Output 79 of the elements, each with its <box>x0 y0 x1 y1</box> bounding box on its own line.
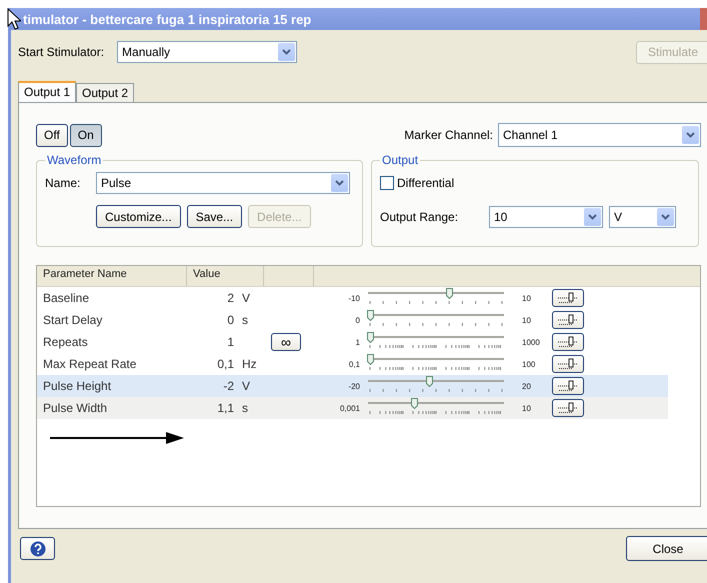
group-title: Output <box>381 153 420 167</box>
tab[interactable]: Output 2 <box>76 83 134 102</box>
slider-icon <box>557 314 579 326</box>
output-range-dropdown[interactable]: 10 <box>489 206 603 228</box>
slider-icon <box>557 336 579 348</box>
slider-mode-button[interactable] <box>552 399 584 417</box>
column-header[interactable]: Parameter Name <box>37 266 187 286</box>
waveform-action-button[interactable]: Customize... <box>96 205 181 228</box>
help-button[interactable] <box>20 537 55 560</box>
slider-icon <box>557 380 579 392</box>
parameter-value: 2 <box>227 291 234 305</box>
slider-max-label: 100 <box>521 360 536 368</box>
slider-max-label: 10 <box>521 316 532 324</box>
differential-label: Differential <box>397 176 454 190</box>
slider-thumb[interactable] <box>367 354 374 365</box>
marker-channel-label: Marker Channel: <box>404 128 493 142</box>
help-icon <box>30 540 46 556</box>
close-button[interactable]: Close <box>626 536 707 561</box>
start-stimulator-label: Start Stimulator: <box>18 45 104 59</box>
slider-max-label: 20 <box>521 382 532 390</box>
parameter-name: Pulse Width <box>42 401 108 415</box>
mouse-cursor-icon <box>7 8 21 30</box>
slider-icon <box>557 292 579 304</box>
marker-channel-dropdown[interactable]: Channel 1 <box>498 123 701 147</box>
slider-mode-button[interactable] <box>552 377 584 395</box>
parameter-name: Repeats <box>42 335 89 349</box>
parameter-value: 1,1 <box>217 401 234 415</box>
group-title: Waveform <box>46 153 102 167</box>
slider-max-label: 10 <box>521 404 532 412</box>
slider-thumb[interactable] <box>410 398 418 409</box>
differential-checkbox[interactable] <box>380 176 394 190</box>
parameter-unit: s <box>241 401 249 415</box>
parameter-name: Pulse Height <box>42 379 112 393</box>
parameter-row[interactable]: Max Repeat Rate 0,1 Hz 0,1 100 <box>37 353 668 375</box>
unit-dropdown[interactable]: V <box>609 206 676 228</box>
slider-icon <box>557 358 579 370</box>
parameter-unit: Hz <box>241 357 258 371</box>
slider-min-label: 1 <box>356 338 361 346</box>
slider-mode-button[interactable] <box>552 289 584 307</box>
slider-min-label: 0 <box>356 316 361 324</box>
slider-icon <box>557 402 579 414</box>
output-range-label: Output Range: <box>380 210 460 224</box>
slider-thumb[interactable] <box>446 288 454 299</box>
waveform-dropdown[interactable]: Pulse <box>96 172 350 194</box>
slider-thumb[interactable] <box>367 310 374 321</box>
parameter-unit: V <box>241 379 252 393</box>
parameter-unit: s <box>241 313 249 327</box>
slider-max-label: 10 <box>521 294 532 302</box>
column-header[interactable]: Value <box>187 266 264 286</box>
parameter-row[interactable]: Repeats 1 ∞ 1 1000 <box>37 331 668 353</box>
parameter-row[interactable]: Start Delay 0 s 0 10 <box>37 309 668 331</box>
parameter-unit: V <box>241 291 252 305</box>
parameter-row[interactable]: Baseline 2 V -10 10 <box>37 287 668 309</box>
slider-min-label: -10 <box>348 294 361 302</box>
tab[interactable]: Output 1 <box>18 81 76 102</box>
parameter-value: 0,1 <box>217 357 234 371</box>
start-stimulator-dropdown[interactable]: Manually <box>117 41 298 63</box>
slider-mode-button[interactable] <box>552 333 584 351</box>
parameter-value: 0 <box>227 313 234 327</box>
slider-thumb[interactable] <box>426 376 434 387</box>
slider-max-label: 1000 <box>521 338 541 346</box>
parameter-value: 1 <box>227 335 234 349</box>
power-toggle-button[interactable]: Off <box>36 124 68 146</box>
slider-mode-button[interactable] <box>552 355 584 373</box>
parameter-row[interactable]: Pulse Width 1,1 s 0,001 10 <box>37 397 668 419</box>
slider-thumb[interactable] <box>367 332 374 343</box>
slider-min-label: 0,001 <box>340 404 361 412</box>
infinity-button[interactable]: ∞ <box>271 333 301 351</box>
parameter-name: Baseline <box>42 291 90 305</box>
slider-min-label: 0,1 <box>348 360 361 368</box>
parameter-row[interactable]: Pulse Height -2 V -20 20 <box>37 375 668 397</box>
parameter-value: -2 <box>223 379 234 393</box>
slider-min-label: -20 <box>348 382 361 390</box>
parameter-name: Max Repeat Rate <box>42 357 138 371</box>
slider-mode-button[interactable] <box>552 311 584 329</box>
waveform-action-button[interactable]: Save... <box>186 205 242 228</box>
power-toggle-button[interactable]: On <box>70 124 102 146</box>
name-label: Name: <box>45 176 82 190</box>
parameter-name: Start Delay <box>42 313 104 327</box>
